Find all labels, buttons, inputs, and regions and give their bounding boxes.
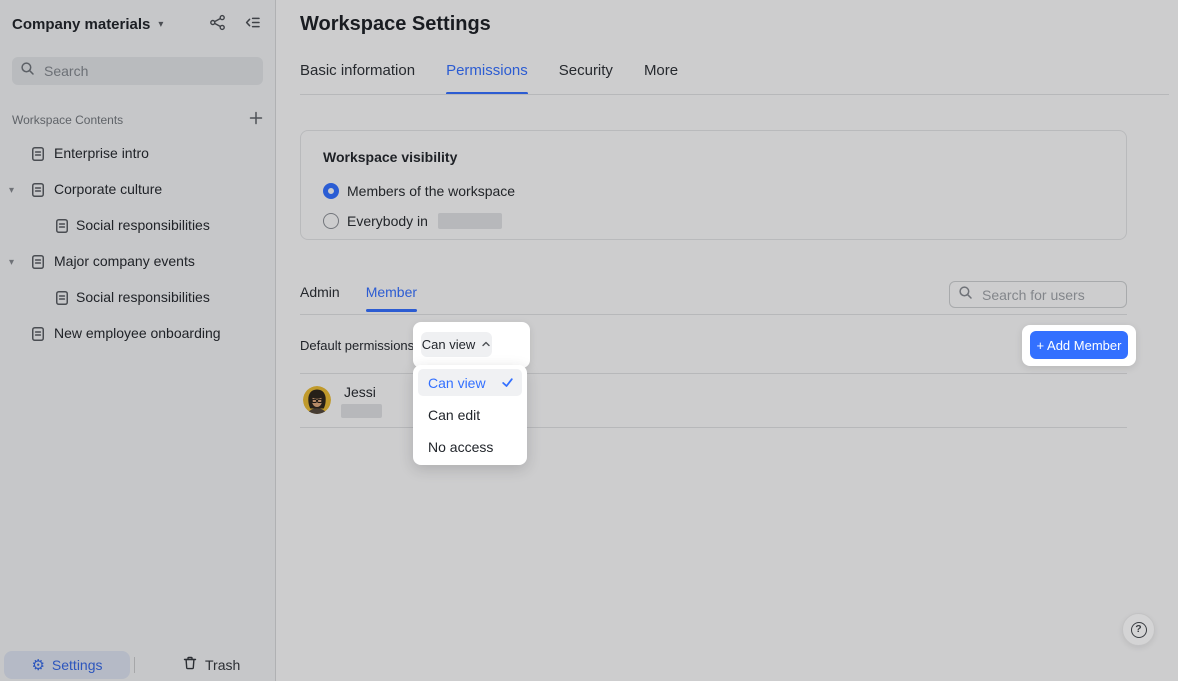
document-icon (30, 254, 46, 275)
workspace-contents-heading: Workspace Contents (12, 113, 123, 127)
settings-label: Settings (52, 657, 103, 673)
role-tabs-divider (300, 314, 1127, 315)
tabs-divider (300, 94, 1169, 95)
document-icon (54, 218, 70, 239)
gear-icon: ⚙ (31, 658, 44, 673)
document-icon (30, 326, 46, 347)
default-permissions-label: Default permissions: (300, 338, 418, 353)
menu-item-label: Can view (428, 375, 486, 391)
workspace-name: Company materials (12, 16, 150, 33)
user-search[interactable] (949, 281, 1127, 308)
footer-divider (134, 657, 135, 673)
tab-admin[interactable]: Admin (300, 284, 340, 312)
member-name: Jessi (344, 384, 376, 400)
sidebar-item-label: Major company events (54, 253, 195, 269)
help-button[interactable]: ? (1122, 613, 1155, 646)
menu-item-can-edit[interactable]: Can edit (418, 401, 522, 428)
workspace-settings-page: Company materials ▾ (0, 0, 1178, 681)
user-search-input[interactable] (980, 286, 1118, 304)
search-icon (958, 285, 973, 305)
chevron-down-icon: ▾ (158, 19, 163, 30)
settings-tabs: Basic information Permissions Security M… (300, 62, 678, 95)
document-icon (30, 182, 46, 203)
expand-caret-icon[interactable]: ▾ (9, 257, 14, 268)
sidebar-search[interactable] (12, 57, 263, 85)
sidebar-item-label: New employee onboarding (54, 325, 221, 341)
radio-unselected-icon[interactable] (323, 213, 339, 229)
sidebar-item-social-responsibilities-1[interactable]: Social responsibilities (0, 208, 276, 244)
sidebar-item-label: Social responsibilities (76, 217, 210, 233)
card-title: Workspace visibility (323, 149, 457, 165)
sidebar-item-corporate-culture[interactable]: ▾ Corporate culture (0, 172, 276, 208)
sidebar: Company materials ▾ (0, 0, 276, 681)
sidebar-item-social-responsibilities-2[interactable]: Social responsibilities (0, 280, 276, 316)
expand-caret-icon[interactable]: ▾ (9, 185, 14, 196)
search-input[interactable] (42, 62, 255, 80)
page-title: Workspace Settings (300, 13, 491, 36)
trash-icon (182, 655, 198, 676)
sidebar-item-label: Corporate culture (54, 181, 162, 197)
avatar (303, 386, 331, 414)
sidebar-footer: ⚙ Settings Trash (0, 649, 275, 681)
dropdown-value: Can view (422, 337, 475, 352)
menu-item-no-access[interactable]: No access (418, 433, 522, 460)
visibility-option-everybody[interactable]: Everybody in (323, 213, 502, 229)
default-permissions-dropdown[interactable]: Can view (421, 332, 492, 357)
visibility-option-members[interactable]: Members of the workspace (323, 183, 515, 199)
document-icon (30, 146, 46, 167)
add-page-icon[interactable] (248, 110, 264, 131)
menu-item-label: No access (428, 439, 493, 455)
document-icon (54, 290, 70, 311)
sidebar-item-major-company-events[interactable]: ▾ Major company events (0, 244, 276, 280)
menu-item-label: Can edit (428, 407, 480, 423)
collapse-sidebar-icon[interactable] (244, 14, 261, 31)
redacted-org-name (438, 213, 502, 229)
menu-item-can-view[interactable]: Can view (418, 369, 522, 396)
sidebar-item-enterprise-intro[interactable]: Enterprise intro (0, 136, 276, 172)
radio-selected-icon[interactable] (323, 183, 339, 199)
tab-more[interactable]: More (644, 62, 678, 95)
tab-permissions[interactable]: Permissions (446, 62, 528, 95)
question-mark-icon: ? (1131, 622, 1147, 638)
role-tabs: Admin Member (300, 284, 417, 312)
chevron-up-icon (481, 336, 491, 354)
tab-security[interactable]: Security (559, 62, 613, 95)
settings-button[interactable]: ⚙ Settings (4, 651, 130, 679)
tab-member[interactable]: Member (366, 284, 417, 312)
sidebar-item-label: Social responsibilities (76, 289, 210, 305)
tab-basic-information[interactable]: Basic information (300, 62, 415, 95)
sidebar-item-new-employee-onboarding[interactable]: New employee onboarding (0, 316, 276, 352)
radio-label: Everybody in (347, 213, 428, 229)
check-icon (501, 376, 514, 392)
share-icon[interactable] (209, 14, 226, 31)
workspace-visibility-card: Workspace visibility Members of the work… (300, 130, 1127, 240)
trash-button[interactable]: Trash (176, 651, 246, 679)
sidebar-item-label: Enterprise intro (54, 145, 149, 161)
trash-label: Trash (205, 657, 240, 673)
permissions-menu: Can view Can edit No access (413, 365, 527, 465)
radio-label: Members of the workspace (347, 183, 515, 199)
search-icon (20, 61, 35, 81)
redacted-member-email (341, 404, 382, 418)
add-member-button[interactable]: + Add Member (1030, 331, 1128, 359)
